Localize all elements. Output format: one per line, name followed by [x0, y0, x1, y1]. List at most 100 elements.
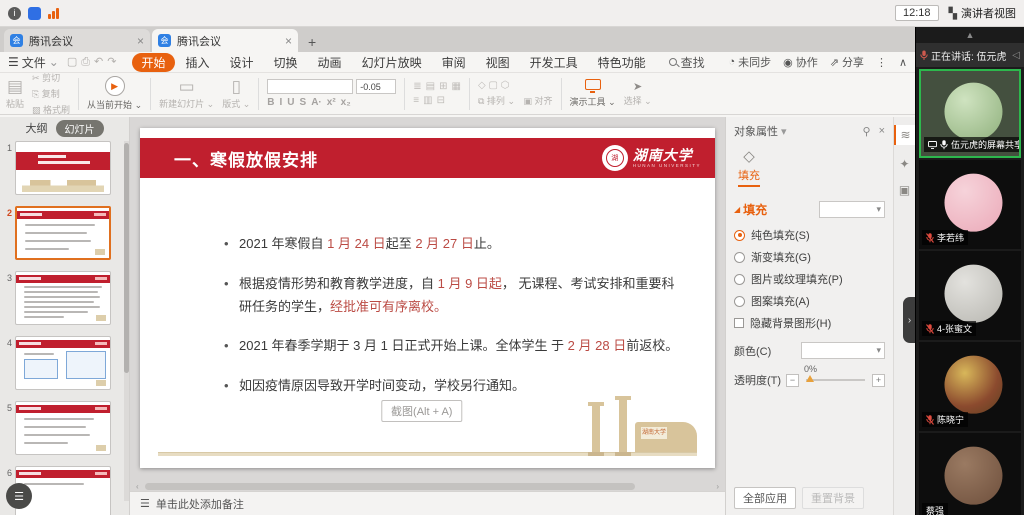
fill-option[interactable]: 纯色填充(S) [734, 227, 885, 243]
fill-option[interactable]: 渐变填充(G) [734, 249, 885, 265]
thumbnail-slide-4[interactable]: 4 [2, 336, 123, 390]
collapse-ribbon-button[interactable]: ∧ [899, 56, 907, 69]
font-name-input[interactable] [267, 79, 353, 94]
fill-option[interactable]: 图案填充(A) [734, 293, 885, 309]
browser-tab[interactable]: 会腾讯会议× [152, 29, 298, 52]
format-button[interactable]: A· [311, 97, 322, 108]
transparency-plus-button[interactable]: + [872, 374, 885, 387]
thumbnail-slide-5[interactable]: 5 [2, 401, 123, 455]
more-menu-button[interactable]: ⋮ [876, 56, 887, 69]
toolbar-icon[interactable]: ▤ [426, 81, 435, 92]
participant-tile[interactable]: 4-张蜜文 [919, 251, 1021, 340]
participant-name: 陈晓宁 [937, 413, 964, 426]
properties-tab-icon[interactable]: ≋ [894, 125, 915, 145]
screenshot-button[interactable]: 截图(Alt + A) [381, 400, 462, 422]
browser-tab[interactable]: 会腾讯会议× [4, 29, 150, 52]
thumbnail-slide-1[interactable]: 1 [2, 141, 123, 195]
slide[interactable]: 一、寒假放假安排 湖 湖南大学 HUNAN UNIVERSITY 2021 年寒… [140, 128, 715, 468]
signal-bars-icon[interactable] [48, 7, 59, 19]
paste-button[interactable]: ▤ 粘贴 [6, 75, 24, 112]
toolbar-icon[interactable]: ≣ [413, 81, 421, 92]
toolbar-icon[interactable]: ≡ [413, 95, 419, 106]
new-tab-button[interactable]: + [300, 34, 324, 52]
quick-access-icons[interactable]: ▢⎙↶↷ [67, 55, 121, 69]
format-button[interactable]: S [300, 97, 307, 108]
cloud-sync-icon: ◔ [728, 56, 735, 68]
ribbon-tab-幻灯片放映[interactable]: 幻灯片放映 [353, 53, 431, 72]
color-dropdown[interactable]: ▾ [801, 342, 885, 359]
toolbar-icon[interactable]: ▥ [423, 95, 432, 106]
format-button[interactable]: I [280, 97, 283, 108]
format-button[interactable]: x₂ [341, 97, 351, 108]
security-shield-icon[interactable] [28, 7, 41, 20]
ribbon-tab-视图[interactable]: 视图 [477, 53, 519, 72]
info-icon[interactable]: i [8, 7, 21, 20]
tab-outline[interactable]: 大纲 [26, 120, 48, 136]
cloud-sync-button[interactable]: ◔ 未同步 [728, 54, 771, 70]
apply-all-button[interactable]: 全部应用 [734, 487, 796, 509]
find-button[interactable]: 查找 [669, 54, 705, 71]
participant-tile[interactable]: 蔡强 [919, 433, 1021, 515]
participant-tile[interactable]: 李若纬 [919, 160, 1021, 249]
layout-button[interactable]: ▯ 版式 ⌄ [222, 75, 250, 112]
effects-tab-icon[interactable]: ✦ [899, 157, 909, 171]
thumbnail-slide-3[interactable]: 3 [2, 271, 123, 325]
fill-preset-dropdown[interactable]: ▾ [819, 201, 885, 218]
fill-section-header[interactable]: ◢填充 [734, 201, 767, 218]
close-tab-icon[interactable]: × [285, 35, 292, 47]
collaborate-button[interactable]: ◉ 协作 [783, 54, 818, 70]
arrange-button[interactable]: ⧉ 排列 ⌄ [478, 96, 515, 106]
align-button[interactable]: ▣ 对齐 [524, 96, 553, 106]
menu-icon: ☰ [8, 55, 19, 69]
thumbnail-scrollbar[interactable] [124, 141, 129, 501]
collapse-panel-arrow[interactable]: ▲ [916, 27, 1024, 43]
cut-button[interactable]: ✂ 剪切 [32, 71, 70, 84]
ribbon-tab-设计[interactable]: 设计 [221, 53, 263, 72]
ribbon-tab-动画[interactable]: 动画 [309, 53, 351, 72]
toolbar-icon[interactable]: ▦ [452, 81, 461, 92]
format-button[interactable]: U [287, 97, 294, 108]
share-button[interactable]: ⇗ 分享 [830, 54, 864, 70]
mic-muted-icon [926, 324, 934, 334]
select-button[interactable]: ➤ 选择 ⌄ [624, 80, 652, 107]
presentation-tools-button[interactable]: 演示工具 ⌄ [570, 79, 616, 108]
radio-icon [734, 296, 745, 307]
close-tab-icon[interactable]: × [137, 35, 144, 47]
play-from-current-button[interactable]: ▶ 从当前开始 ⌄ [87, 75, 142, 112]
presenter-view-toggle[interactable]: ▚ 演讲者视图 [949, 5, 1016, 21]
copy-button[interactable]: ⎘ 复制 [32, 87, 70, 100]
font-size-input[interactable]: -0.05 [356, 79, 396, 94]
toolbar-icon[interactable]: ⊞ [439, 81, 447, 92]
close-panel-icon[interactable]: × [879, 125, 885, 138]
picture-tab-icon[interactable]: ▣ [899, 183, 910, 197]
reset-background-button[interactable]: 重置背景 [802, 487, 864, 509]
format-button[interactable]: x² [327, 97, 336, 108]
format-button[interactable]: B [267, 97, 274, 108]
tab-slides[interactable]: 幻灯片 [56, 120, 104, 137]
hide-background-checkbox[interactable]: 隐藏背景图形(H) [734, 315, 885, 331]
ribbon-tab-开始[interactable]: 开始 [132, 53, 174, 72]
participant-tile[interactable]: 陈晓宁 [919, 342, 1021, 431]
panel-menu-button[interactable]: ☰ [6, 483, 32, 509]
ribbon-tab-开发工具[interactable]: 开发工具 [521, 53, 587, 72]
thumbnail-slide-2[interactable]: 2 [2, 206, 123, 260]
file-menu[interactable]: ☰ 文件 ⌄ [8, 54, 59, 71]
toolbar-icon[interactable]: ⊟ [437, 95, 445, 106]
transparency-slider[interactable]: 0% [806, 379, 865, 381]
pin-icon[interactable]: ⚲ [863, 125, 871, 138]
participant-tile[interactable]: 伍元虎的屏幕共享 [919, 69, 1021, 158]
ribbon-tab-插入[interactable]: 插入 [177, 53, 219, 72]
format-painter-button[interactable]: ▨ 格式刷 [32, 103, 70, 116]
ribbon-tab-特色功能[interactable]: 特色功能 [589, 53, 655, 72]
ribbon-tab-审阅[interactable]: 审阅 [433, 53, 475, 72]
transparency-minus-button[interactable]: − [786, 374, 799, 387]
scroll-right-icon[interactable]: › [716, 482, 719, 491]
slider-handle[interactable] [806, 375, 814, 382]
notes-bar[interactable]: ☰ 单击此处添加备注 [130, 491, 725, 515]
scroll-left-icon[interactable]: ‹ [136, 482, 139, 491]
fill-tool-tab[interactable]: ◇ 填充 [734, 147, 764, 187]
horizontal-scrollbar[interactable]: ‹ › [130, 481, 725, 491]
new-slide-button[interactable]: ▭ 新建幻灯片 ⌄ [159, 75, 214, 112]
fill-option[interactable]: 图片或纹理填充(P) [734, 271, 885, 287]
ribbon-tab-切换[interactable]: 切换 [265, 53, 307, 72]
